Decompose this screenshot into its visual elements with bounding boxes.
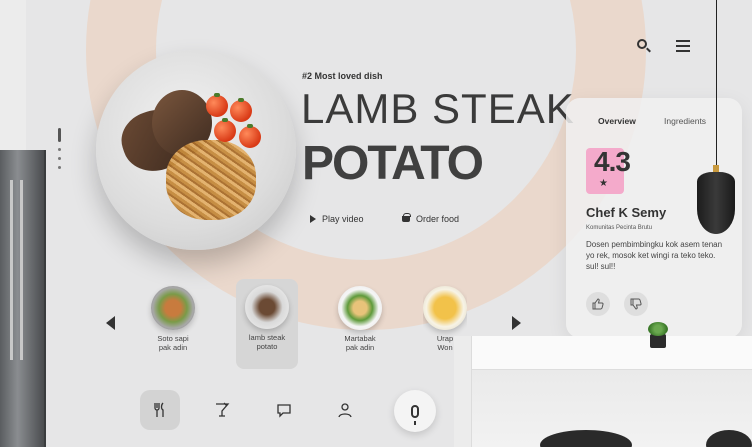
page-indicator-dot: [58, 148, 61, 151]
page-indicator[interactable]: [58, 128, 62, 175]
dish-thumbnail: [338, 286, 382, 330]
utensils-icon[interactable]: [140, 390, 180, 430]
tomato: [206, 93, 228, 117]
dish-thumbnail: [151, 286, 195, 330]
play-video-button[interactable]: Play video: [310, 214, 364, 224]
pendant-lamp: [697, 172, 735, 234]
menu-icon[interactable]: [676, 38, 692, 54]
dish-hero-image: [96, 50, 296, 250]
search-icon[interactable]: [636, 38, 652, 54]
dish-label: pak adin: [158, 343, 188, 352]
tomato: [230, 98, 252, 122]
counter-top: [454, 336, 752, 370]
plant: [648, 322, 668, 336]
chef-subtitle: Komunitas Pecinta Brutu: [586, 225, 653, 231]
dish-rank: #2 Most loved dish: [302, 71, 383, 81]
carousel-next-icon[interactable]: [512, 316, 521, 330]
cocktail-icon[interactable]: [202, 390, 242, 430]
page-indicator-dot: [58, 157, 61, 160]
dish-label: pak adin: [345, 343, 375, 352]
dish-title-line1: LAMB STEAK: [301, 85, 575, 132]
thumbs-down-icon[interactable]: [624, 292, 648, 316]
refrigerator: [0, 150, 46, 447]
microphone-icon: [411, 404, 419, 425]
dish-label: Soto sapi: [157, 334, 189, 343]
lamp-cord: [716, 0, 717, 172]
dish-item-lamb-steak[interactable]: lamb steak potato: [236, 279, 298, 369]
bag-icon: [402, 213, 411, 222]
plant-pot: [650, 334, 666, 348]
dish-item-martabak[interactable]: Martabak pak adin: [329, 280, 391, 352]
dish-label: potato: [256, 342, 278, 351]
tab-ingredients[interactable]: Ingredients: [664, 116, 706, 126]
tomato: [239, 124, 261, 148]
user-icon[interactable]: [325, 390, 365, 430]
microphone-button[interactable]: [394, 390, 436, 432]
order-food-button[interactable]: Order food: [402, 213, 460, 224]
chat-icon[interactable]: [264, 390, 304, 430]
dish-label: Won: [437, 343, 453, 352]
dish-thumbnail: [245, 285, 289, 329]
wall-panel: [0, 0, 28, 150]
tomato: [214, 118, 236, 142]
dish-label: lamb steak: [248, 333, 286, 342]
dish-label: Martabak: [344, 334, 376, 343]
counter-side: [454, 336, 472, 447]
tab-overview[interactable]: Overview: [598, 116, 636, 126]
page-indicator-active: [58, 128, 61, 142]
dish-item-soto-sapi[interactable]: Soto sapi pak adin: [142, 280, 204, 352]
order-food-label: Order food: [416, 214, 460, 224]
chef-description: Dosen pembimbingku kok asem tenan yo rek…: [586, 240, 723, 271]
dish-thumbnail: [423, 286, 467, 330]
thumbs-up-icon[interactable]: [586, 292, 610, 316]
star-icon: ★: [599, 178, 608, 189]
page-indicator-dot: [58, 166, 61, 169]
carousel-prev-icon[interactable]: [106, 316, 115, 330]
chef-name: Chef K Semy: [586, 205, 667, 220]
fries: [166, 140, 256, 220]
dish-label: Urap: [436, 334, 454, 343]
rating-value: 4.3: [594, 146, 631, 177]
play-icon: [310, 215, 316, 223]
play-video-label: Play video: [322, 214, 364, 224]
dish-title-line2: POTATO: [302, 137, 484, 190]
